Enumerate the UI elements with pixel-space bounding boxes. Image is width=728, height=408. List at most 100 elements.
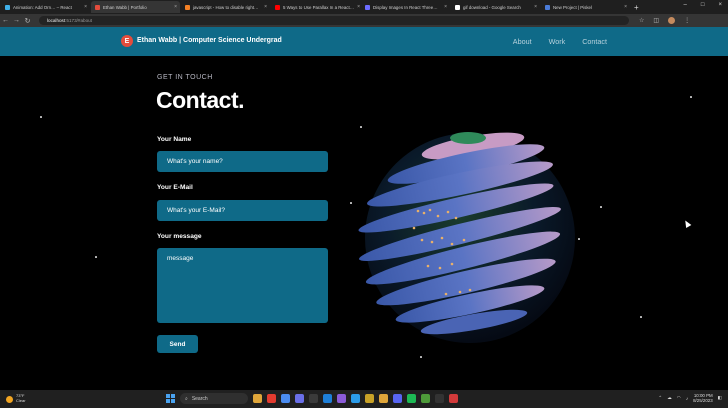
tab-favicon-icon (545, 4, 550, 10)
app-icon[interactable] (323, 394, 332, 403)
message-field[interactable]: message (157, 248, 328, 323)
close-icon[interactable]: × (357, 4, 360, 10)
close-icon[interactable]: × (444, 4, 447, 10)
section-subtitle: GET IN TOUCH (157, 74, 213, 81)
back-icon[interactable]: ← (0, 17, 11, 24)
tab-favicon-icon (185, 4, 190, 10)
app-icon[interactable] (365, 394, 374, 403)
search-icon: ⌕ (185, 395, 188, 402)
wifi-icon[interactable]: ◠ (677, 395, 681, 401)
app-icon[interactable] (449, 394, 458, 403)
weather-sun-icon (6, 395, 13, 403)
browser-tab[interactable]: Display Images In React Three… × (361, 1, 450, 13)
notification-icon[interactable]: ◧ (718, 395, 722, 401)
close-icon[interactable]: × (264, 4, 267, 10)
globe-graphic (358, 132, 575, 343)
browser-tab-active[interactable]: Ethan Wabb | Portfolio × (91, 1, 180, 13)
browser-tab-bar: Animation: Add Orn… – React × Ethan Wabb … (0, 0, 728, 14)
chrome-icon[interactable] (281, 394, 290, 403)
taskbar-apps: ⌕ Search (166, 393, 458, 404)
spotify-icon[interactable] (407, 394, 416, 403)
tab-title: New Project | Piskel (553, 4, 592, 10)
tab-title: javascript - How to disable right… (193, 4, 259, 10)
tab-favicon-icon (365, 4, 370, 10)
star (600, 206, 602, 208)
profile-avatar[interactable] (668, 17, 676, 24)
new-tab-button[interactable]: + (634, 3, 639, 12)
name-label: Your Name (157, 136, 192, 143)
page-title: Contact. (156, 87, 245, 113)
taskbar-search[interactable]: ⌕ Search (180, 393, 248, 404)
name-field[interactable]: What's your name? (157, 151, 328, 172)
file-explorer-icon[interactable] (253, 394, 262, 403)
browser-tab[interactable]: 5 Ways to Use Parallax In a React… × (271, 1, 360, 13)
forward-icon[interactable]: → (11, 17, 22, 24)
browser-tab[interactable]: New Project | Piskel × (541, 1, 630, 13)
weather-desc: Clear (16, 398, 26, 403)
windows-start-icon[interactable] (166, 394, 175, 403)
url-input[interactable]: localhost:5173/#about (39, 16, 629, 25)
tab-favicon-icon (455, 4, 460, 10)
search-placeholder: Search (191, 395, 208, 402)
star (640, 316, 642, 318)
system-tray: ⌃ ☁ ◠ ♪ 10:00 PM 8/25/2023 ◧ (658, 393, 722, 404)
visual-studio-icon[interactable] (337, 394, 346, 403)
app-icon[interactable] (267, 394, 276, 403)
tab-title: 5 Ways to Use Parallax In a React… (283, 4, 355, 10)
folder-icon[interactable] (379, 394, 388, 403)
url-host: localhost (47, 18, 66, 23)
site-navbar: E Ethan Wabb | Computer Science Undergra… (0, 27, 728, 56)
contact-section: GET IN TOUCH Contact. Your Name What's y… (0, 56, 728, 390)
tab-favicon-icon (275, 4, 280, 10)
browser-tab[interactable]: Animation: Add Orn… – React × (1, 1, 90, 13)
send-button[interactable]: Send (157, 335, 198, 353)
tab-title: gif download - Google Search (463, 4, 521, 10)
star (40, 116, 42, 118)
volume-icon[interactable]: ♪ (686, 396, 688, 401)
message-label: Your message (157, 233, 202, 240)
nav-link-about[interactable]: About (513, 37, 532, 46)
reload-icon[interactable]: ↻ (22, 17, 33, 25)
tab-favicon-icon (5, 4, 10, 10)
vscode-icon[interactable] (351, 394, 360, 403)
tab-favicon-icon (95, 4, 100, 10)
terminal-icon[interactable] (435, 394, 444, 403)
discord-icon[interactable] (393, 394, 402, 403)
close-icon[interactable]: × (534, 4, 537, 10)
close-icon[interactable]: × (624, 4, 627, 10)
weather-widget[interactable]: 73°F Clear (6, 394, 26, 403)
browser-tab[interactable]: javascript - How to disable right… × (181, 1, 270, 13)
nav-links: About Work Contact (513, 37, 607, 46)
minimize-icon[interactable]: – (684, 2, 687, 8)
email-field[interactable]: What's your E-Mail? (157, 200, 328, 221)
extensions-icon[interactable]: ◫ (653, 17, 659, 24)
chevron-up-icon[interactable]: ⌃ (658, 395, 662, 401)
tab-title: Display Images In React Three… (373, 4, 438, 10)
close-window-icon[interactable]: × (718, 2, 722, 8)
browser-tab[interactable]: gif download - Google Search × (451, 1, 540, 13)
bookmark-star-icon[interactable]: ☆ (639, 17, 644, 24)
tab-title: Ethan Wabb | Portfolio (103, 4, 147, 10)
clock-date: 8/25/2023 (693, 398, 713, 404)
address-bar: ← → ↻ localhost:5173/#about ☆ ◫ ⋮ (0, 14, 728, 27)
app-icon[interactable] (421, 394, 430, 403)
browser-toolbar: ☆ ◫ ⋮ (639, 17, 690, 24)
close-icon[interactable]: × (174, 4, 177, 10)
app-icon[interactable] (295, 394, 304, 403)
logo-icon[interactable]: E (121, 35, 133, 47)
nav-link-work[interactable]: Work (549, 37, 566, 46)
earth-globe-canvas[interactable] (348, 116, 588, 356)
maximize-icon[interactable]: □ (701, 2, 705, 8)
clock[interactable]: 10:00 PM 8/25/2023 (693, 393, 713, 404)
email-label: Your E-Mail (157, 184, 193, 191)
nav-link-contact[interactable]: Contact (582, 37, 607, 46)
menu-icon[interactable]: ⋮ (684, 17, 690, 24)
star (690, 96, 692, 98)
url-path: :5173/#about (65, 18, 92, 23)
app-icon[interactable] (309, 394, 318, 403)
os-taskbar: 73°F Clear ⌕ Search ⌃ ☁ ◠ ♪ 10:00 PM 8/2… (0, 390, 728, 408)
tab-title: Animation: Add Orn… – React (13, 4, 72, 10)
site-brand[interactable]: Ethan Wabb | Computer Science Undergrad (137, 37, 282, 44)
cloud-icon[interactable]: ☁ (667, 395, 672, 401)
close-icon[interactable]: × (84, 4, 87, 10)
